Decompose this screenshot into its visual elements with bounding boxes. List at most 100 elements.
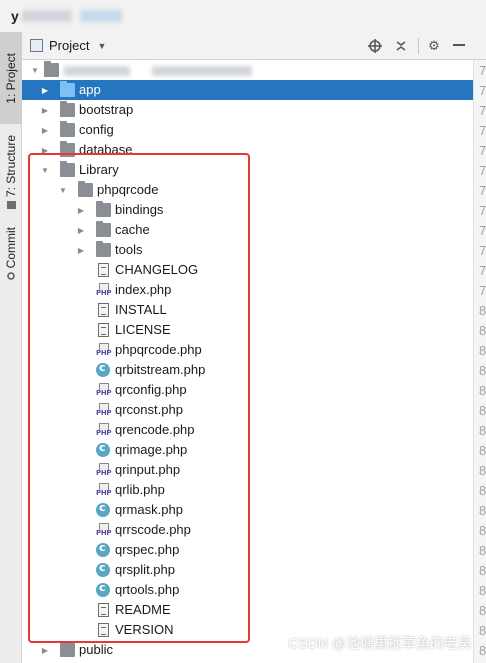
line-number: 8 [479, 403, 486, 418]
text-file-icon [98, 603, 109, 617]
line-number: 7 [479, 243, 486, 258]
collapse-all-icon[interactable] [392, 37, 410, 55]
locate-file-icon[interactable] [366, 37, 384, 55]
tree-file-item[interactable]: qrtools.php [22, 580, 473, 600]
tree-item-label: config [79, 122, 114, 137]
tree-folder-item[interactable]: ▶ config [22, 120, 473, 140]
tree-file-item[interactable]: PHP qrlib.php [22, 480, 473, 500]
tree-folder-item[interactable]: ▶ cache [22, 220, 473, 240]
tree-file-item[interactable]: README [22, 600, 473, 620]
tree-folder-item[interactable]: ▶ bindings [22, 200, 473, 220]
expand-arrow-icon[interactable]: ▼ [58, 185, 68, 195]
tree-file-item[interactable]: qrsplit.php [22, 560, 473, 580]
expand-arrow-icon[interactable]: ▼ [30, 65, 40, 75]
collapse-arrow-icon[interactable]: ▶ [76, 205, 86, 215]
php-tag: PHP [96, 349, 112, 357]
line-number: 8 [479, 623, 486, 638]
collapse-arrow-icon[interactable]: ▶ [40, 105, 50, 115]
collapse-arrow-icon[interactable]: ▶ [76, 245, 86, 255]
folder-icon [60, 161, 75, 177]
tree-item-label: Library [79, 162, 119, 177]
redacted-root-path [152, 66, 252, 76]
commit-icon [7, 272, 15, 280]
structure-icon [6, 201, 16, 210]
tree-file-item[interactable]: CHANGELOG [22, 260, 473, 280]
tree-folder-item[interactable]: ▼ Library [22, 160, 473, 180]
line-number: 8 [479, 563, 486, 578]
project-name: y [11, 8, 19, 24]
tree-file-item[interactable]: PHP index.php [22, 280, 473, 300]
tree-item-label: index.php [115, 282, 172, 297]
tree-folder-item[interactable]: ▶ bootstrap [22, 100, 473, 120]
gear-icon[interactable]: ⚙ [425, 37, 443, 55]
collapse-arrow-icon[interactable]: ▶ [40, 145, 50, 155]
hide-icon[interactable] [450, 37, 468, 55]
tree-item-label: app [79, 82, 101, 97]
tree-item-label: LICENSE [115, 322, 171, 337]
tree-file-item[interactable]: LICENSE [22, 320, 473, 340]
tree-item-label: qrspec.php [115, 542, 180, 557]
view-selector-label: Project [49, 38, 90, 53]
toolbar-divider [418, 38, 419, 54]
tree-folder-item[interactable]: ▼ phpqrcode [22, 180, 473, 200]
tree-file-item[interactable]: INSTALL [22, 300, 473, 320]
folder-icon [96, 221, 111, 237]
folder-icon [60, 81, 75, 97]
tree-item-label: cache [115, 222, 150, 237]
php-file-icon: PHP [96, 403, 112, 417]
tree-folder-item[interactable]: ▶ app [22, 80, 473, 100]
view-selector[interactable]: Project ▼ [30, 38, 106, 53]
collapse-arrow-icon[interactable]: ▶ [76, 225, 86, 235]
line-number: 8 [479, 463, 486, 478]
tree-file-item[interactable]: qrimage.php [22, 440, 473, 460]
collapse-arrow-icon[interactable]: ▶ [40, 85, 50, 95]
tree-item-label: INSTALL [115, 302, 167, 317]
structure-tool-label: 7: Structure [4, 134, 18, 198]
line-number: 8 [479, 303, 486, 318]
folder-icon [60, 101, 75, 117]
tree-file-item[interactable]: PHP qrencode.php [22, 420, 473, 440]
tree-folder-item[interactable]: ▶ database [22, 140, 473, 160]
tree-file-item[interactable]: PHP phpqrcode.php [22, 340, 473, 360]
commit-tool-tab[interactable]: Commit [0, 222, 22, 286]
php-class-icon [96, 361, 110, 377]
collapse-arrow-icon[interactable]: ▶ [40, 645, 50, 655]
tree-file-item[interactable]: PHP qrrscode.php [22, 520, 473, 540]
tree-item-label: qrinput.php [115, 462, 181, 477]
tree-file-item[interactable]: qrspec.php [22, 540, 473, 560]
line-number: 7 [479, 63, 486, 78]
tree-item-label: database [79, 142, 133, 157]
line-number: 8 [479, 323, 486, 338]
php-class-icon [96, 501, 110, 517]
php-file-icon: PHP [96, 523, 112, 537]
tree-file-item[interactable]: PHP qrconst.php [22, 400, 473, 420]
tree-item-label: bootstrap [79, 102, 134, 117]
expand-arrow-icon[interactable]: ▼ [40, 165, 50, 175]
line-number: 7 [479, 123, 486, 138]
php-tag: PHP [96, 529, 112, 537]
tree-item-label: qrrscode.php [115, 522, 191, 537]
redacted-path [80, 10, 122, 22]
line-number: 7 [479, 223, 486, 238]
structure-tool-tab[interactable]: 7: Structure [0, 124, 22, 220]
project-view-icon [30, 39, 43, 52]
folder-icon [60, 121, 75, 137]
text-file-icon [98, 263, 109, 277]
tree-file-item[interactable]: qrmask.php [22, 500, 473, 520]
tree-file-item[interactable]: qrbitstream.php [22, 360, 473, 380]
tree-item-label: qrsplit.php [115, 562, 175, 577]
php-file-icon: PHP [96, 483, 112, 497]
project-tree[interactable]: ▼ ▶ app ▶ bootstrap ▶ config ▶ database ▼ Library… [22, 60, 473, 663]
tree-root[interactable]: ▼ [22, 60, 473, 80]
tree-item-label: README [115, 602, 171, 617]
tree-file-item[interactable]: PHP qrinput.php [22, 460, 473, 480]
line-number: 8 [479, 643, 486, 658]
php-class-icon [96, 561, 110, 577]
folder-icon [78, 181, 93, 197]
project-tool-tab[interactable]: 1: Project [0, 32, 22, 124]
php-class-icon [96, 441, 110, 457]
tree-item-label: bindings [115, 202, 164, 217]
tree-folder-item[interactable]: ▶ tools [22, 240, 473, 260]
tree-file-item[interactable]: PHP qrconfig.php [22, 380, 473, 400]
collapse-arrow-icon[interactable]: ▶ [40, 125, 50, 135]
